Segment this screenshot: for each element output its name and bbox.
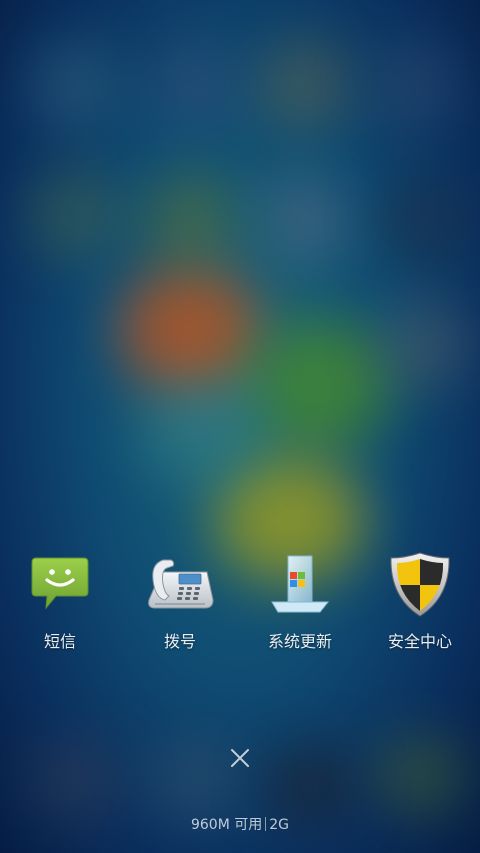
system-update-icon [264, 548, 336, 620]
recent-app-label: 安全中心 [387, 632, 452, 651]
close-icon [231, 749, 249, 767]
recent-app-messages[interactable]: 短信 [0, 548, 120, 652]
recent-app-dialer[interactable]: 拨号 [120, 548, 240, 652]
telephone-icon [144, 548, 216, 620]
recent-app-label: 拨号 [163, 632, 196, 651]
memory-divider [265, 817, 267, 831]
recent-app-label: 短信 [43, 632, 76, 651]
security-shield-icon [384, 548, 456, 620]
message-icon [24, 548, 96, 620]
recent-apps-row: 短信 拨号 系统更新 安全中心 [0, 548, 480, 658]
recent-app-system-update[interactable]: 系统更新 [240, 548, 360, 652]
memory-available: 960M 可用 [190, 817, 263, 833]
memory-status: 960M 可用 2G [0, 814, 480, 834]
recent-app-security-center[interactable]: 安全中心 [360, 548, 480, 652]
recent-app-label: 系统更新 [267, 632, 332, 651]
memory-total: 2G [269, 817, 290, 833]
clear-recents-button[interactable] [222, 740, 258, 776]
